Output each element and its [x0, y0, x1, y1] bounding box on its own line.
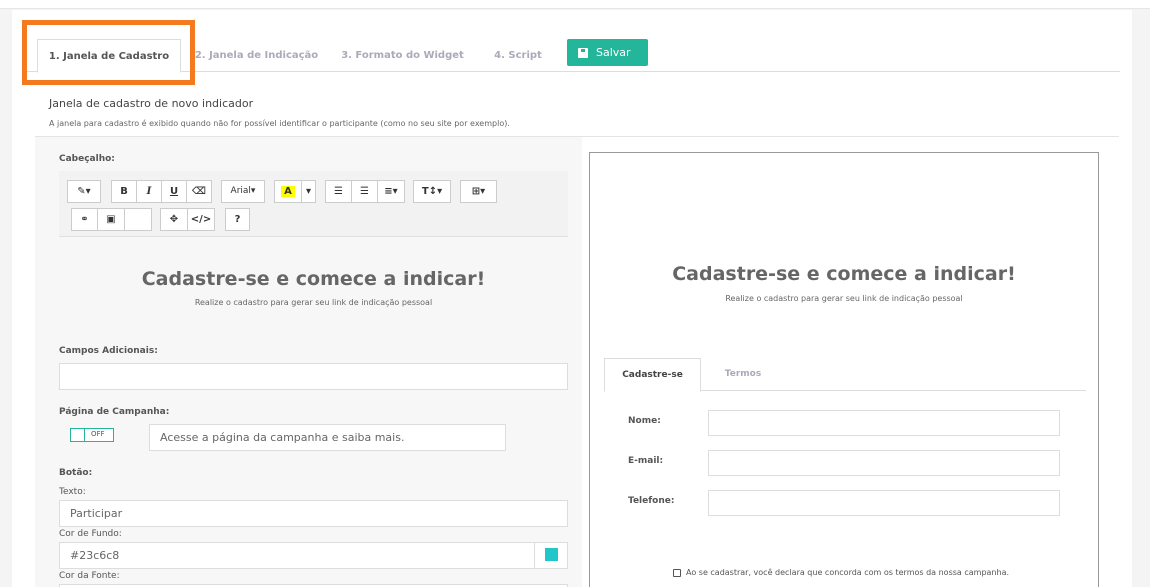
list-number-icon: ☰	[360, 186, 369, 197]
video-button[interactable]	[124, 208, 152, 231]
header-label: Cabeçalho:	[59, 154, 115, 164]
caret-down-icon: ▾	[250, 186, 256, 196]
caret-down-icon: ▾	[305, 186, 312, 197]
fullscreen-button[interactable]: ✥	[160, 208, 188, 231]
font-color-glyph: A	[281, 186, 295, 197]
color-picker-divider	[534, 542, 535, 569]
code-icon: </>	[190, 214, 212, 225]
preview-nome-label: Nome:	[628, 416, 661, 426]
button-section-label: Botão:	[59, 468, 93, 478]
help-button[interactable]: ?	[225, 208, 250, 231]
unordered-list-button[interactable]: ☰	[325, 180, 352, 203]
ordered-list-button[interactable]: ☰	[351, 180, 378, 203]
link-button[interactable]: ⚭	[71, 208, 98, 231]
toggle-state: OFF	[91, 430, 105, 438]
extra-fields-input[interactable]	[59, 363, 568, 390]
bold-button[interactable]: B	[111, 180, 137, 203]
text-size-glyph: T↕	[421, 186, 438, 197]
caret-down-icon: ▾	[437, 186, 443, 197]
table-icon: ⊞▾	[471, 186, 486, 197]
campaign-text-input[interactable]: Acesse a página da campanha e saiba mais…	[149, 424, 506, 451]
button-text-label: Texto:	[59, 487, 86, 497]
tab-formato-widget[interactable]: 3. Formato do Widget	[340, 39, 465, 72]
preview-nome-input[interactable]	[708, 410, 1060, 436]
eraser-button[interactable]: ⌫	[186, 180, 212, 203]
terms-checkbox[interactable]	[673, 568, 681, 577]
header-editor[interactable]: Cadastre-se e comece a indicar! Realize …	[59, 237, 568, 343]
font-color-button[interactable]: A	[274, 180, 302, 203]
bg-color-swatch[interactable]	[545, 548, 558, 561]
font-name-dropdown[interactable]: Arial▾	[221, 180, 265, 203]
extra-fields-label: Campos Adicionais:	[59, 346, 158, 356]
list-bullet-icon: ☰	[334, 186, 343, 197]
table-button[interactable]: ⊞▾	[460, 180, 497, 203]
align-left-icon: ≡▾	[384, 186, 398, 197]
preview-tab-bar: Cadastre-se Termos	[604, 358, 1086, 392]
tab-highlight-frame	[22, 20, 195, 85]
eraser-icon: ⌫	[191, 186, 207, 197]
widget-preview: Cadastre-se e comece a indicar! Realize …	[589, 152, 1099, 587]
font-color-label: Cor da Fonte:	[59, 571, 120, 581]
section-title: Janela de cadastro de novo indicador	[49, 97, 254, 110]
preview-telefone-label: Telefone:	[628, 496, 675, 506]
toggle-knob	[71, 429, 85, 441]
campaign-page-toggle[interactable]: OFF	[70, 428, 114, 442]
scroll-up-icon[interactable]: ⌃	[1138, 0, 1146, 7]
preview-email-input[interactable]	[708, 450, 1060, 476]
button-text-input[interactable]: Participar	[59, 500, 568, 527]
bg-color-input[interactable]: #23c6c8	[59, 542, 568, 569]
editor-subline: Realize o cadastro para gerar seu link d…	[194, 298, 433, 307]
bg-color-label: Cor de Fundo:	[59, 529, 122, 539]
magic-style-button[interactable]: ✎▾	[67, 180, 101, 203]
terms-text: Ao se cadastrar, você declara que concor…	[686, 568, 1010, 577]
arrows-move-icon: ✥	[169, 214, 179, 225]
preview-tab-cadastre[interactable]: Cadastre-se	[604, 358, 701, 392]
top-bar: ⌃	[0, 0, 1150, 9]
text-size-button[interactable]: T↕▾	[413, 180, 451, 203]
preview-terms: Ao se cadastrar, você declara que concor…	[673, 568, 1009, 577]
section-description: A janela para cadastro é exibido quando …	[49, 119, 510, 128]
link-icon: ⚭	[80, 214, 89, 225]
image-button[interactable]: ▣	[97, 208, 125, 231]
preview-tab-termos[interactable]: Termos	[708, 358, 778, 391]
magic-wand-icon: ✎▾	[77, 186, 91, 197]
preview-telefone-input[interactable]	[708, 490, 1060, 516]
campaign-page-label: Página de Campanha:	[59, 407, 170, 417]
font-name-value: Arial	[230, 186, 251, 196]
underline-button[interactable]: U	[161, 180, 187, 203]
save-button-label: Salvar	[596, 46, 631, 59]
tab-script[interactable]: 4. Script	[488, 39, 548, 72]
font-color-dropdown[interactable]: ▾	[301, 180, 316, 203]
editor-toolbar: ✎▾ B I U ⌫ Arial▾ A ▾ ☰ ☰ ≡▾ T↕▾ ⊞▾ ⚭ ▣ …	[59, 171, 568, 237]
paragraph-align-button[interactable]: ≡▾	[377, 180, 405, 203]
italic-button[interactable]: I	[136, 180, 162, 203]
code-view-button[interactable]: </>	[187, 208, 215, 231]
tab-janela-indicacao[interactable]: 2. Janela de Indicação	[194, 39, 319, 72]
save-button[interactable]: Salvar	[567, 39, 648, 66]
preview-headline: Cadastre-se e comece a indicar!	[672, 263, 1016, 285]
preview-email-label: E-mail:	[628, 456, 664, 466]
preview-subline: Realize o cadastro para gerar seu link d…	[725, 294, 963, 303]
editor-headline: Cadastre-se e comece a indicar!	[141, 268, 486, 290]
floppy-disk-icon	[578, 48, 588, 58]
image-icon: ▣	[106, 214, 116, 225]
preview-header: Cadastre-se e comece a indicar! Realize …	[590, 263, 1098, 303]
